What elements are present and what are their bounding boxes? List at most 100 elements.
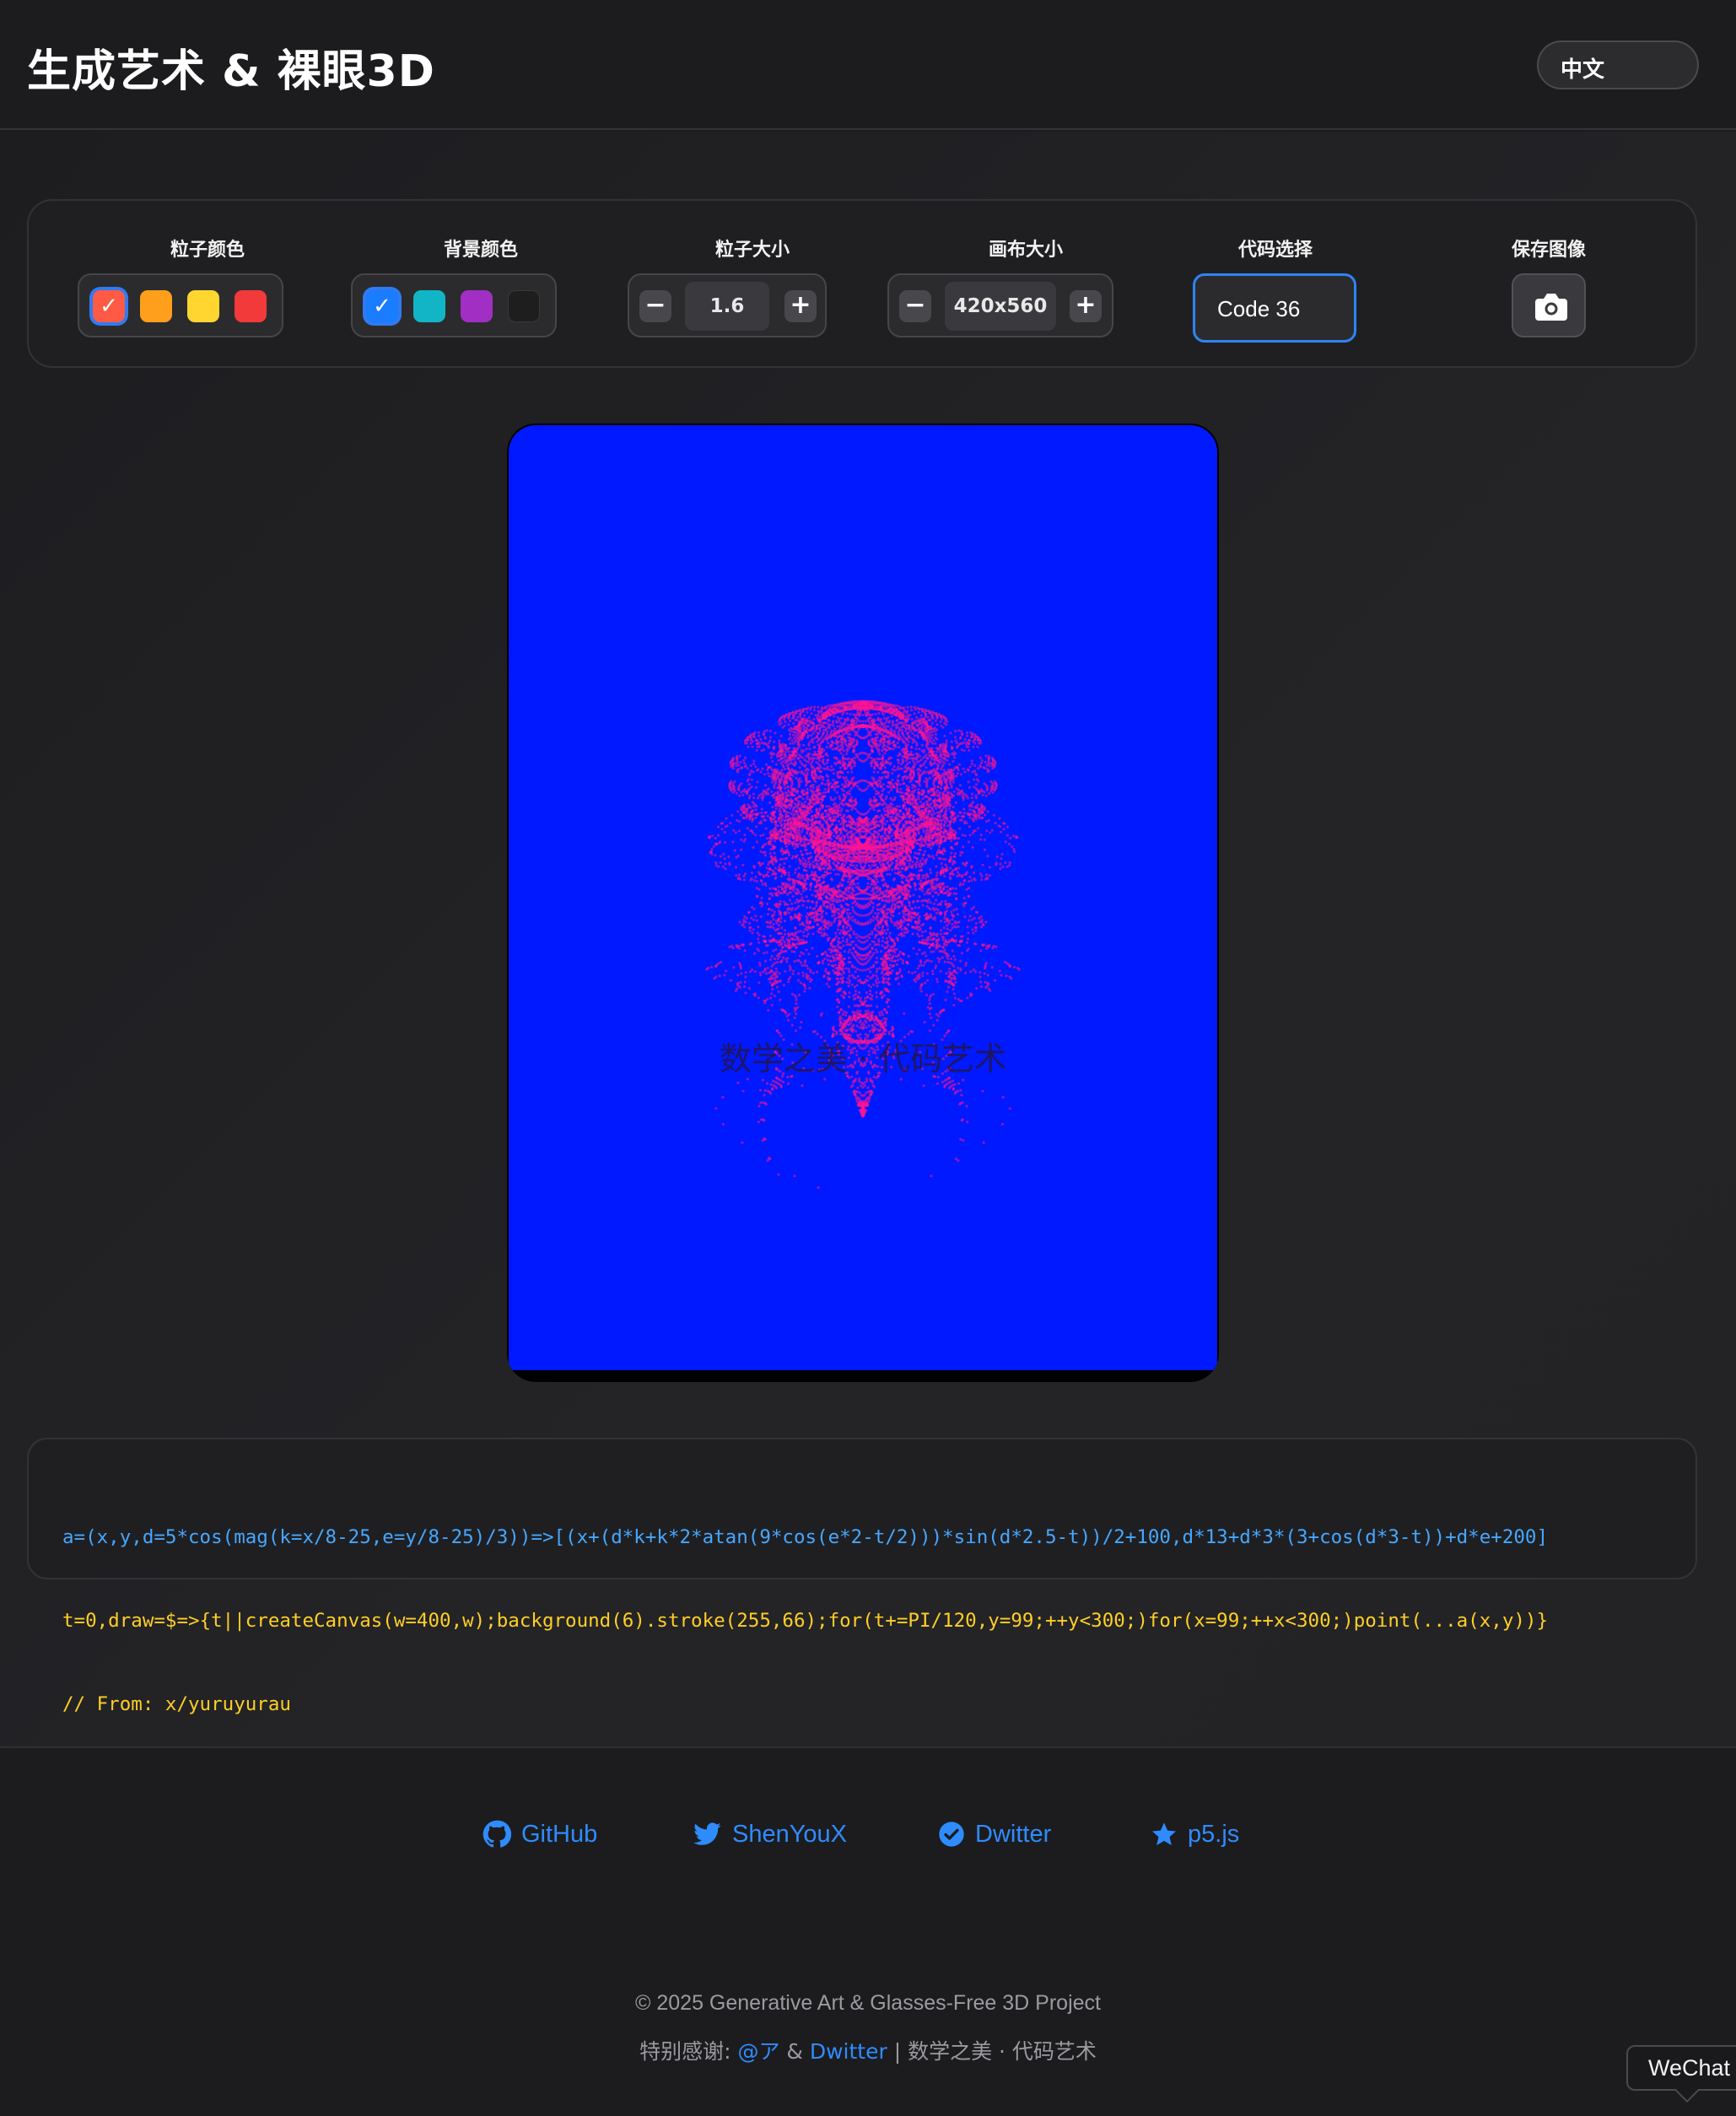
particle (962, 845, 965, 849)
particle (933, 821, 936, 824)
particle (914, 866, 918, 869)
particle (846, 866, 849, 869)
particle (759, 974, 763, 977)
particle-swatch-red[interactable] (235, 290, 267, 322)
particle (710, 847, 714, 850)
art-canvas-frame: 数学之美 · 代码艺术 (507, 424, 1219, 1382)
particle (946, 927, 949, 931)
particle (1008, 861, 1011, 865)
particle (822, 928, 826, 931)
particle (845, 937, 849, 942)
particle-swatch-yellow[interactable] (187, 290, 219, 322)
canvas-size-decrease-button[interactable]: − (899, 290, 931, 322)
particle-size-increase-button[interactable]: + (784, 290, 817, 322)
particle (927, 854, 930, 857)
particle (898, 888, 902, 891)
particle (757, 926, 760, 929)
particle (933, 915, 937, 919)
particle (903, 1012, 906, 1015)
particle (803, 868, 806, 872)
particle (968, 915, 972, 918)
save-image-button[interactable] (1512, 273, 1586, 337)
particle (940, 929, 943, 932)
particle (944, 800, 947, 803)
particle (757, 941, 761, 944)
particle (925, 860, 928, 863)
check-icon: ✓ (100, 294, 118, 319)
particle (983, 782, 986, 785)
background-swatch-teal[interactable] (413, 290, 445, 322)
particle (737, 944, 741, 947)
particle (979, 985, 983, 989)
particle (1012, 847, 1016, 850)
particle (755, 894, 758, 898)
particle (1004, 861, 1007, 864)
particle (767, 913, 770, 916)
particle (845, 980, 849, 984)
particle (928, 816, 931, 820)
background-swatch-purple[interactable] (461, 290, 493, 322)
particle (833, 796, 837, 800)
particle (839, 813, 843, 817)
particle (873, 897, 877, 900)
particle (1008, 964, 1011, 968)
particle (844, 887, 848, 890)
particle (924, 930, 927, 933)
particle-swatch-red-orange[interactable]: ✓ (93, 290, 125, 322)
particle (885, 888, 888, 892)
particle (755, 919, 758, 922)
particle (901, 778, 904, 781)
particle (885, 912, 888, 916)
particle (1000, 852, 1004, 856)
particle (852, 851, 855, 855)
particle (801, 974, 805, 978)
particle (981, 863, 984, 866)
particle (876, 836, 880, 839)
art-canvas[interactable]: 数学之美 · 代码艺术 (509, 425, 1217, 1370)
particle (988, 866, 992, 869)
particle (893, 959, 897, 963)
particle (965, 949, 969, 953)
particle (930, 878, 934, 882)
background-swatch-blue[interactable]: ✓ (366, 290, 398, 322)
particle (811, 900, 815, 904)
particle (1017, 968, 1021, 971)
particle (800, 818, 804, 822)
background-swatch-black[interactable] (508, 290, 540, 322)
particle (864, 996, 867, 1000)
particle (735, 874, 738, 877)
particle (807, 922, 811, 926)
particle (968, 825, 971, 829)
particle (948, 807, 952, 810)
particle (795, 812, 799, 816)
particle (967, 840, 971, 844)
canvas-size-label: 画布大小 (988, 240, 1063, 261)
particle (803, 834, 806, 838)
particle (919, 800, 922, 803)
particle (946, 885, 949, 888)
particle (886, 814, 890, 818)
canvas-size-increase-button[interactable]: + (1070, 290, 1102, 322)
particle (846, 880, 849, 883)
particle (972, 872, 976, 875)
particle (832, 969, 835, 972)
particle (792, 814, 795, 818)
particle (898, 982, 901, 985)
code-select-dropdown[interactable]: Code 36 (1193, 273, 1356, 343)
particle-swatch-orange[interactable] (140, 290, 172, 322)
particle (740, 838, 743, 841)
particle (977, 780, 980, 783)
particle (889, 802, 892, 805)
particle (829, 959, 833, 963)
particle (797, 866, 801, 870)
language-select[interactable]: 中文 (1537, 40, 1699, 89)
particle (908, 895, 912, 899)
particle (805, 948, 808, 952)
particle (877, 980, 881, 984)
particle (766, 966, 769, 969)
particle (861, 851, 865, 855)
particle (714, 864, 718, 867)
particle-size-decrease-button[interactable]: − (639, 290, 671, 322)
particle (728, 945, 731, 948)
particle (729, 979, 732, 982)
